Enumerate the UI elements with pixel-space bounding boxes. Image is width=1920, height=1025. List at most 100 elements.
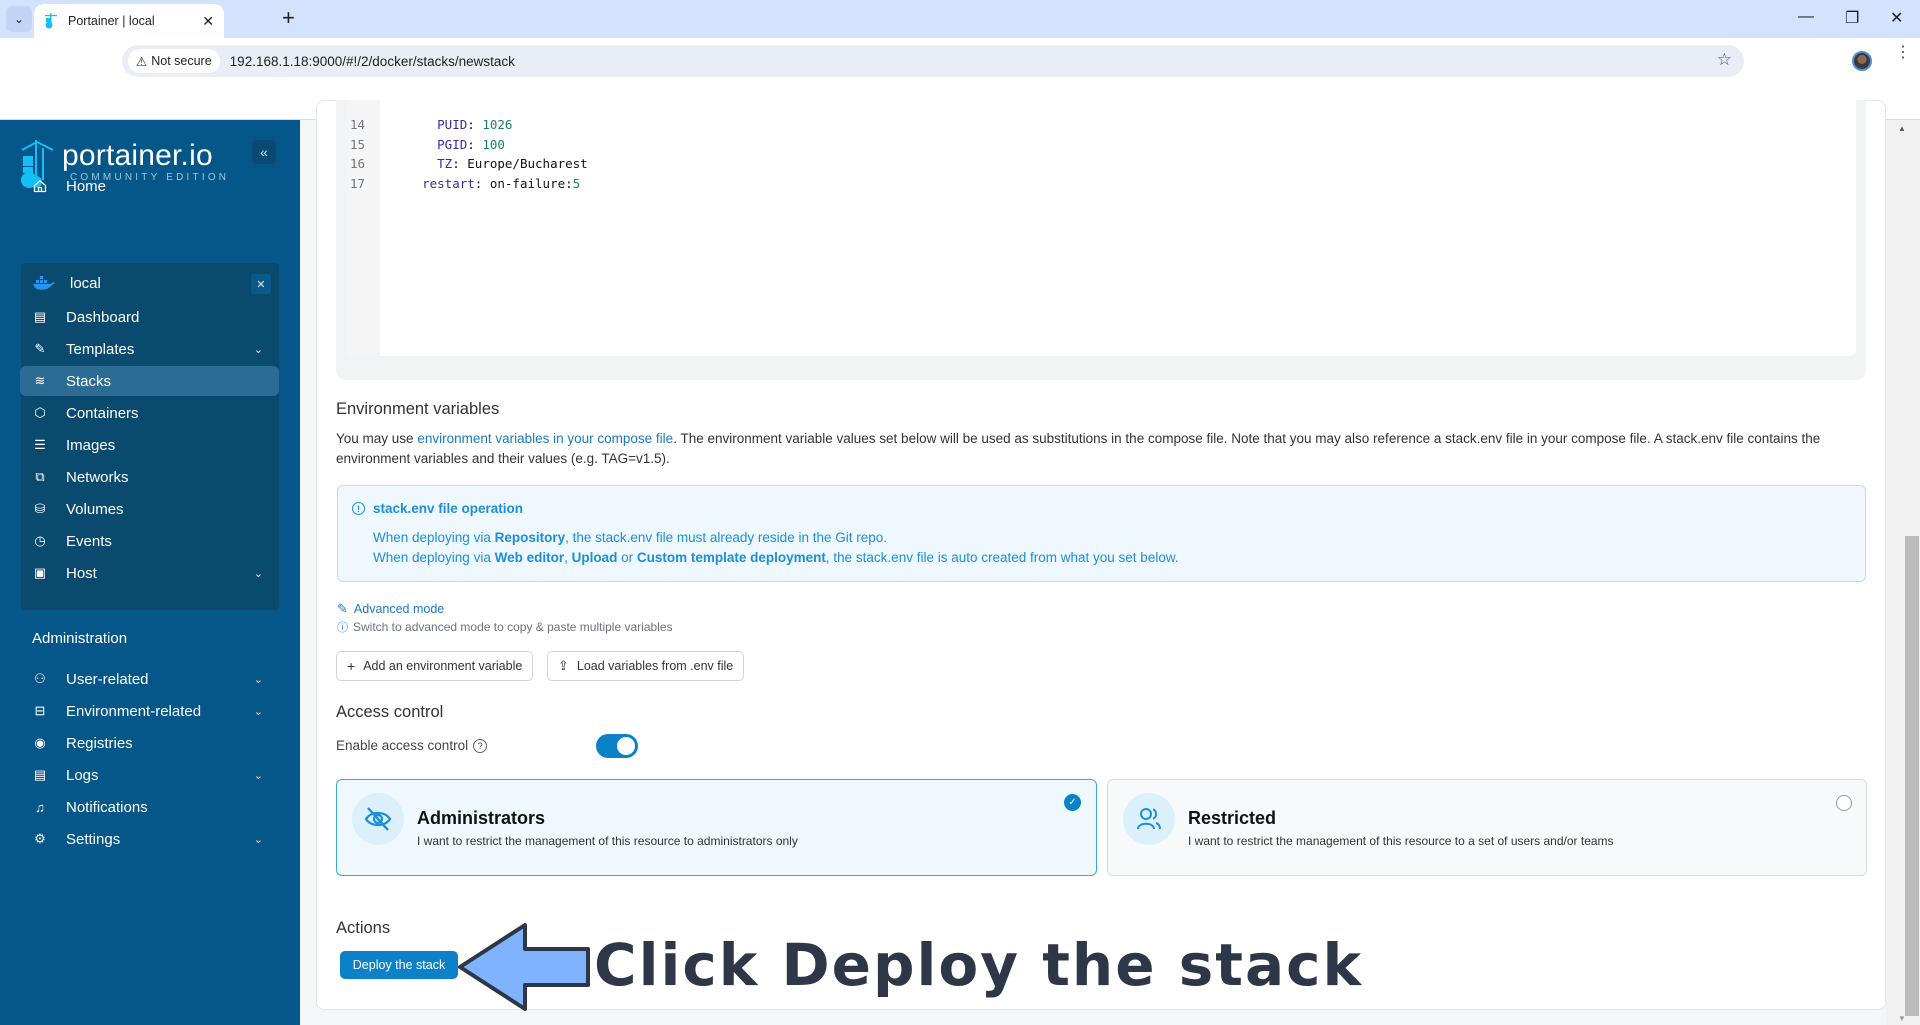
info-line-2: When deploying via Web editor, Upload or…	[373, 550, 1179, 565]
sidebar-item-registries[interactable]: ◉ Registries	[20, 728, 279, 758]
minimize-icon[interactable]: —	[1798, 8, 1814, 26]
sidebar-item-volumes[interactable]: ⛁ Volumes	[20, 494, 279, 524]
env-vars-description: You may use environment variables in you…	[336, 431, 1821, 466]
info-icon: ⓘ	[337, 622, 348, 634]
environment-name: local	[70, 274, 101, 292]
web-editor[interactable]	[346, 100, 1856, 356]
upload-icon: ⇪	[558, 658, 569, 673]
env-vars-docs-link[interactable]: environment variables in your compose fi…	[417, 431, 673, 446]
plus-icon: +	[347, 658, 356, 674]
help-icon[interactable]: ?	[473, 738, 488, 753]
tab-close-icon[interactable]: ✕	[202, 13, 214, 30]
chevron-down-icon[interactable]: ⌄	[254, 769, 263, 782]
tab-search-button[interactable]: ⌄	[6, 6, 32, 32]
logo-text: portainer.io	[62, 139, 213, 172]
line-number: 14	[350, 117, 366, 132]
sidebar-item-host[interactable]: ▣ Host ⌄	[20, 558, 279, 588]
chevron-down-icon[interactable]: ⌄	[254, 567, 263, 580]
advanced-mode-link[interactable]: ✎ Advanced mode	[337, 601, 444, 617]
sidebar-item-environment-related[interactable]: ⊟ Environment-related ⌄	[20, 696, 279, 726]
new-tab-button[interactable]: +	[282, 6, 295, 30]
collapse-sidebar-button[interactable]: «	[252, 140, 276, 164]
radio-icon: ◉	[34, 735, 46, 750]
sidebar-item-containers[interactable]: ⬡ Containers	[20, 398, 279, 428]
users-icon: ⚇	[34, 671, 46, 686]
docker-icon	[32, 275, 56, 291]
address-bar[interactable]: ⚠ Not secure 192.168.1.18:9000/#!/2/docke…	[122, 45, 1744, 77]
dashboard-icon: ▤	[33, 309, 47, 324]
access-option-restricted[interactable]: Restricted I want to restrict the manage…	[1107, 779, 1867, 876]
browser-tabstrip: ⌄ Portainer | local ✕ + — ❐ ✕	[0, 0, 1920, 38]
bookmark-star-icon[interactable]: ☆	[1717, 50, 1732, 70]
edit-icon: ✎	[337, 601, 348, 616]
selected-check-icon: ✓	[1064, 794, 1081, 811]
database-icon: ⛁	[34, 501, 46, 516]
tab-title: Portainer | local	[68, 14, 155, 28]
browser-tab[interactable]: Portainer | local ✕	[34, 4, 224, 38]
box-icon: ⬡	[34, 405, 46, 420]
deploy-stack-button[interactable]: Deploy the stack	[340, 951, 458, 979]
close-environment-button[interactable]: ✕	[251, 274, 271, 294]
environment-header[interactable]: local	[20, 268, 279, 298]
scrollbar-thumb[interactable]	[1905, 536, 1919, 1016]
profile-avatar[interactable]	[1852, 51, 1872, 71]
scroll-up-icon[interactable]: ▲	[1898, 124, 1906, 133]
code-line[interactable]: PUID: 1026	[392, 115, 512, 134]
sidebar-item-stacks[interactable]: ≋ Stacks	[20, 366, 279, 396]
actions-heading: Actions	[336, 919, 391, 937]
advanced-mode-hint: ⓘ Switch to advanced mode to copy & past…	[337, 620, 673, 634]
sidebar: portainer.io COMMUNITY EDITION « Home lo…	[0, 120, 300, 1025]
browser-menu-icon[interactable]: ⋮	[1895, 45, 1911, 61]
code-line[interactable]: PGID: 100	[392, 135, 505, 154]
warning-icon: ⚠	[136, 54, 148, 69]
line-number: 17	[350, 175, 366, 191]
line-number: 16	[350, 156, 366, 171]
network-icon: ⧉	[35, 469, 45, 484]
chevron-down-icon[interactable]: ⌄	[254, 343, 263, 356]
edit-icon: ✎	[34, 341, 46, 356]
code-line[interactable]: restart: on-failure:5	[392, 174, 580, 193]
access-control-heading: Access control	[336, 703, 444, 721]
sidebar-item-user-related[interactable]: ⚇ User-related ⌄	[20, 664, 279, 694]
access-control-toggle[interactable]	[596, 734, 638, 758]
users-icon	[1123, 793, 1175, 845]
env-vars-heading: Environment variables	[336, 400, 500, 418]
bell-icon: ♫	[35, 799, 45, 815]
sidebar-item-images[interactable]: ☰ Images	[20, 430, 279, 460]
access-option-administrators[interactable]: Administrators I want to restrict the ma…	[336, 779, 1097, 876]
sidebar-item-networks[interactable]: ⧉ Networks	[20, 462, 279, 492]
not-secure-badge[interactable]: ⚠ Not secure	[128, 49, 220, 73]
sidebar-item-logs[interactable]: ▤ Logs ⌄	[20, 760, 279, 790]
sidebar-item-events[interactable]: ◷ Events	[20, 526, 279, 556]
code-line[interactable]: TZ: Europe/Bucharest	[392, 154, 588, 173]
file-icon: ▤	[33, 767, 47, 782]
sidebar-item-notifications[interactable]: ♫ Notifications	[20, 792, 279, 822]
window-close-icon[interactable]: ✕	[1890, 8, 1903, 28]
line-number: 15	[350, 136, 366, 152]
load-env-file-button[interactable]: ⇪ Load variables from .env file	[547, 651, 745, 681]
home-icon	[32, 178, 48, 194]
portainer-favicon-icon	[45, 13, 57, 29]
chevron-down-icon[interactable]: ⌄	[254, 673, 263, 686]
chevron-down-icon[interactable]: ⌄	[254, 833, 263, 846]
drive-icon: ⊟	[34, 703, 46, 718]
sidebar-item-settings[interactable]: ⚙ Settings ⌄	[20, 824, 279, 854]
annotation-arrow-icon	[458, 923, 590, 1011]
chevron-down-icon[interactable]: ⌄	[254, 705, 263, 718]
eye-off-icon	[352, 793, 404, 845]
annotation-text: Click Deploy the stack	[594, 931, 1364, 999]
sidebar-item-home[interactable]: Home	[20, 171, 279, 201]
list-icon: ☰	[34, 437, 46, 452]
layers-icon: ≋	[34, 373, 46, 388]
add-env-variable-button[interactable]: + Add an environment variable	[336, 651, 534, 681]
sidebar-item-templates[interactable]: ✎ Templates ⌄	[20, 334, 279, 364]
sidebar-item-dashboard[interactable]: ▤ Dashboard	[20, 302, 279, 332]
url-text[interactable]: 192.168.1.18:9000/#!/2/docker/stacks/new…	[230, 54, 515, 69]
host-icon: ▣	[33, 565, 47, 580]
enable-access-control-label: Enable access control ?	[336, 738, 488, 753]
stack-env-info-box: ! stack.env file operation When deployin…	[337, 485, 1866, 582]
restore-icon[interactable]: ❐	[1845, 8, 1859, 28]
info-line-1: When deploying via Repository, the stack…	[373, 530, 887, 545]
clock-icon: ◷	[34, 533, 46, 548]
radio-unselected-icon	[1836, 795, 1852, 811]
